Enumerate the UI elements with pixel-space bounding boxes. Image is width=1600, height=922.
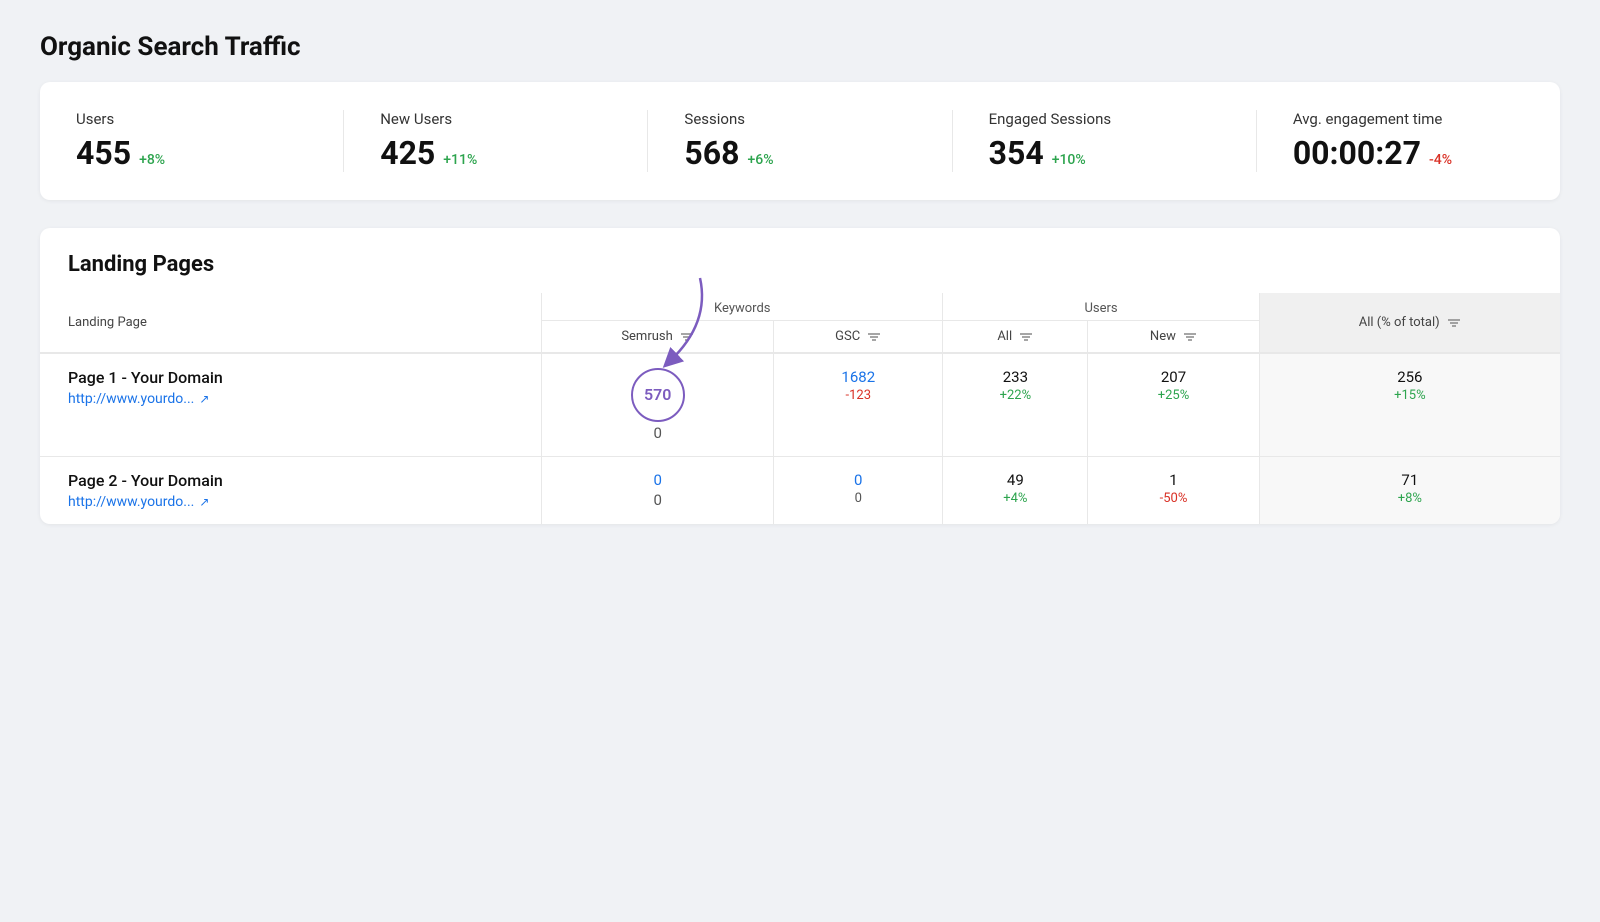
row1-landing: Page 1 - Your Domain http://www.yourdo..… (40, 353, 542, 457)
stat-new-users-value: 425 (380, 134, 435, 172)
row2-page-name: Page 2 - Your Domain (68, 471, 513, 490)
stat-engaged-value: 354 (989, 134, 1044, 172)
stat-engagement-change: -4% (1429, 152, 1452, 168)
row2-all-main: 49 (955, 471, 1075, 489)
row2-pct-main: 71 (1272, 471, 1548, 489)
stat-engagement-value: 00:00:27 (1293, 134, 1421, 172)
col-semrush-header: Semrush (542, 321, 774, 354)
landing-pages-table: Landing Page Keywords Users All (% of to… (40, 293, 1560, 524)
row1-new-main: 207 (1100, 368, 1246, 386)
stat-sessions-change: +6% (747, 152, 773, 168)
row2-gsc: 0 0 (774, 457, 943, 525)
stat-engagement-time: Avg. engagement time 00:00:27 -4% (1257, 110, 1560, 172)
filter-icon-new[interactable] (1183, 331, 1197, 341)
stat-engaged-label: Engaged Sessions (989, 110, 1220, 128)
page-title: Organic Search Traffic (40, 32, 1560, 62)
row1-all-main: 233 (955, 368, 1075, 386)
stat-users-value: 455 (76, 134, 131, 172)
row1-pct-sub: +15% (1272, 388, 1548, 403)
stat-new-users-label: New Users (380, 110, 611, 128)
col-all-pct-header: All (% of total) (1259, 293, 1560, 353)
row1-all-sub: +22% (955, 388, 1075, 403)
row1-new: 207 +25% (1088, 353, 1259, 457)
col-gsc-header: GSC (774, 321, 943, 354)
external-link-icon: ↗ (199, 392, 209, 406)
row1-semrush: 570 0 (542, 353, 774, 457)
row1-new-sub: +25% (1100, 388, 1246, 403)
stat-sessions-label: Sessions (684, 110, 915, 128)
stat-new-users: New Users 425 +11% (344, 110, 648, 172)
row2-all: 49 +4% (943, 457, 1088, 525)
external-link-icon-2: ↗ (199, 495, 209, 509)
filter-icon-semrush[interactable] (680, 331, 694, 341)
stat-users-change: +8% (139, 152, 165, 168)
filter-icon-gsc[interactable] (867, 331, 881, 341)
row2-new-main: 1 (1100, 471, 1246, 489)
col-all-users-header: All (943, 321, 1088, 354)
row1-gsc-sub: -123 (786, 388, 930, 403)
row1-pct: 256 +15% (1259, 353, 1560, 457)
stat-sessions: Sessions 568 +6% (648, 110, 952, 172)
row1-all: 233 +22% (943, 353, 1088, 457)
stat-engagement-label: Avg. engagement time (1293, 110, 1524, 128)
col-users-header: Users (943, 293, 1259, 321)
row1-semrush-sub: 0 (554, 424, 761, 442)
row1-gsc-main: 1682 (786, 368, 930, 386)
row2-gsc-main: 0 (786, 471, 930, 489)
row2-landing: Page 2 - Your Domain http://www.yourdo..… (40, 457, 542, 525)
col-landing-page-header: Landing Page (40, 293, 542, 353)
stat-new-users-change: +11% (443, 152, 477, 168)
row1-page-url[interactable]: http://www.yourdo... ↗ (68, 391, 513, 407)
row2-gsc-sub: 0 (786, 491, 930, 506)
row2-new-sub: -50% (1100, 491, 1246, 506)
col-keywords-header: Keywords (542, 293, 943, 321)
filter-icon-all-pct[interactable] (1447, 317, 1461, 327)
row1-semrush-circled: 570 (631, 368, 685, 422)
row1-pct-main: 256 (1272, 368, 1548, 386)
row2-semrush-main: 0 (554, 471, 761, 489)
row2-all-sub: +4% (955, 491, 1075, 506)
stat-users: Users 455 +8% (40, 110, 344, 172)
row2-page-url[interactable]: http://www.yourdo... ↗ (68, 494, 513, 510)
col-new-users-header: New (1088, 321, 1259, 354)
table-row: Page 2 - Your Domain http://www.yourdo..… (40, 457, 1560, 525)
filter-icon-all[interactable] (1019, 331, 1033, 341)
stats-card: Users 455 +8% New Users 425 +11% Session… (40, 82, 1560, 200)
landing-pages-title: Landing Pages (40, 228, 1560, 293)
stat-sessions-value: 568 (684, 134, 739, 172)
stat-users-label: Users (76, 110, 307, 128)
row2-semrush: 0 0 (542, 457, 774, 525)
row2-pct-sub: +8% (1272, 491, 1548, 506)
stat-engaged-change: +10% (1052, 152, 1086, 168)
row2-new: 1 -50% (1088, 457, 1259, 525)
row1-page-name: Page 1 - Your Domain (68, 368, 513, 387)
table-row: Page 1 - Your Domain http://www.yourdo..… (40, 353, 1560, 457)
row2-pct: 71 +8% (1259, 457, 1560, 525)
row1-gsc: 1682 -123 (774, 353, 943, 457)
row2-semrush-sub: 0 (554, 491, 761, 509)
landing-pages-card: Landing Pages Landing Page Keywords User… (40, 228, 1560, 524)
stat-engaged-sessions: Engaged Sessions 354 +10% (953, 110, 1257, 172)
